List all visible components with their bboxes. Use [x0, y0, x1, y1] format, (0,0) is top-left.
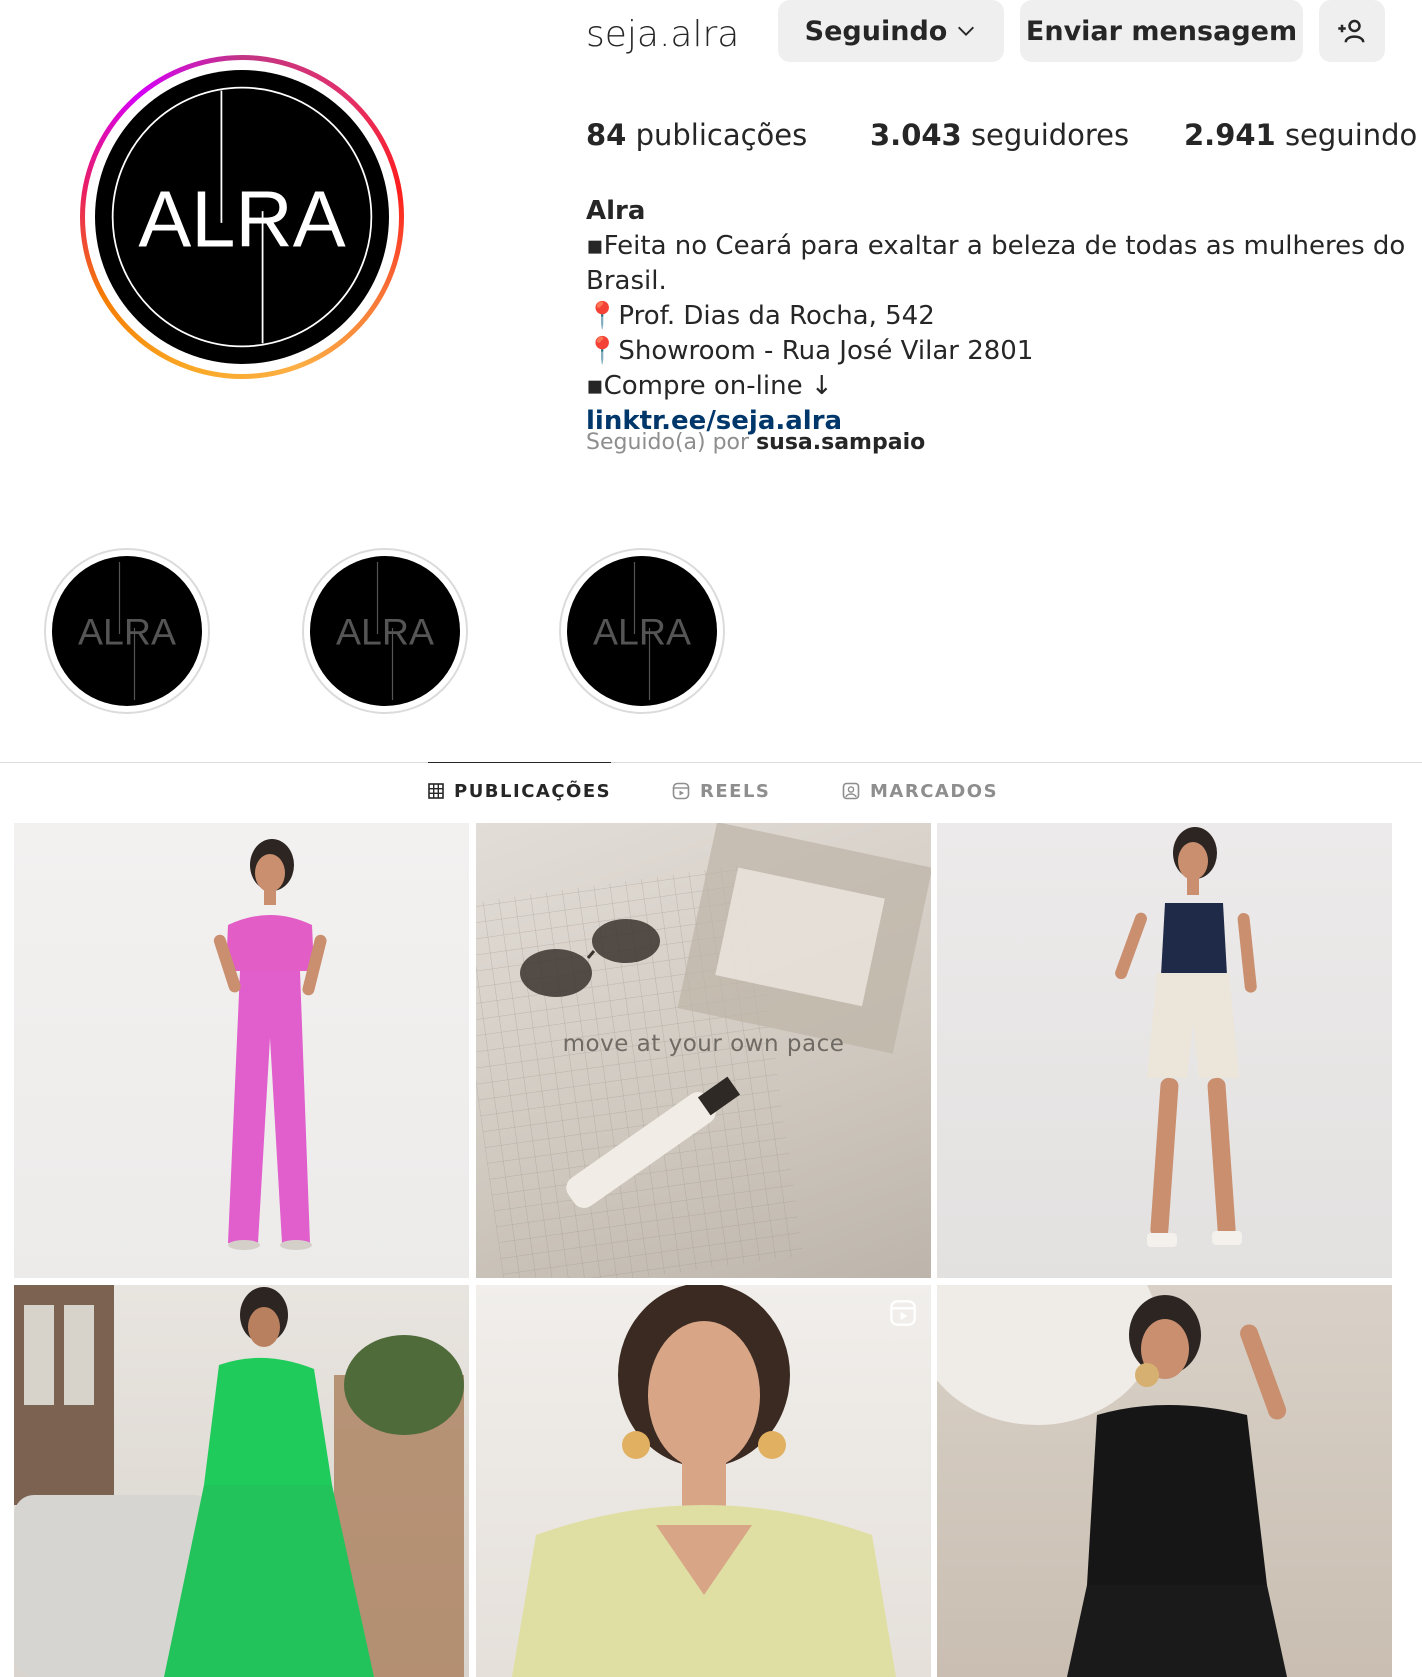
posts-label: publicações [635, 118, 808, 152]
post-photo-navy-top-shorts [1115, 827, 1257, 1247]
tab-label: REELS [700, 780, 771, 802]
tab-publicacoes[interactable]: PUBLICAÇÕES [428, 762, 612, 808]
profile-bio: Alra ▪Feita no Ceará para exaltar a bele… [586, 194, 1416, 439]
tab-reels[interactable]: REELS [672, 774, 770, 808]
alra-logo-icon: ALRA [111, 86, 373, 348]
post-tile[interactable] [476, 1285, 931, 1677]
post-tile[interactable] [14, 1285, 469, 1677]
highlight-cover: ALRA [52, 556, 202, 706]
bio-line: 📍Showroom - Rua José Vilar 2801 [586, 336, 1034, 366]
bio-line: 📍Prof. Dias da Rocha, 542 [586, 301, 935, 331]
send-message-button[interactable]: Enviar mensagem [1020, 0, 1303, 62]
highlight-cover: ALRA [310, 556, 460, 706]
tagged-icon [842, 782, 860, 800]
tab-label: PUBLICAÇÕES [454, 780, 612, 802]
alra-logo-icon: ALRA [593, 562, 691, 700]
followed-by[interactable]: Seguido(a) por susa.sampaio [586, 430, 925, 455]
grid-icon [428, 783, 444, 799]
posts-count: 84 [586, 118, 627, 152]
chevron-down-icon [958, 26, 975, 36]
profile-page: ALRA seja.alra Seguindo Enviar mensagem … [0, 0, 1422, 1677]
add-person-icon [1338, 19, 1365, 43]
post-tile[interactable] [14, 823, 469, 1278]
story-highlight[interactable]: ALRA [302, 548, 468, 714]
highlight-logo-text: ALRA [593, 611, 691, 653]
followed-by-user[interactable]: susa.sampaio [756, 430, 925, 455]
following-button-label: Seguindo [804, 15, 948, 47]
followers-stat[interactable]: 3.043 seguidores [870, 118, 1129, 152]
following-stat[interactable]: 2.941 seguindo [1184, 118, 1417, 152]
avatar-gap: ALRA [85, 60, 399, 374]
post-photo-yellow-top [512, 1285, 896, 1677]
profile-username: seja.alra [586, 14, 740, 55]
alra-logo-icon: ALRA [336, 562, 434, 700]
posts-stat: 84 publicações [586, 118, 807, 152]
bio-line: ▪Compre on-line ↓ [586, 371, 833, 401]
story-highlight[interactable]: ALRA [559, 548, 725, 714]
alra-logo-icon: ALRA [78, 562, 176, 700]
story-highlight[interactable]: ALRA [44, 548, 210, 714]
logo-text: ALRA [138, 174, 345, 263]
send-message-label: Enviar mensagem [1025, 15, 1298, 47]
bio-line: ▪Feita no Ceará para exaltar a beleza de… [586, 231, 1406, 296]
avatar: ALRA [95, 70, 389, 364]
post-photo-pink-jumpsuit [213, 839, 327, 1250]
reel-badge-icon [890, 1300, 916, 1326]
profile-full-name: Alra [586, 196, 646, 226]
followers-count: 3.043 [870, 118, 962, 152]
following-label: seguindo [1284, 118, 1418, 152]
reels-icon [672, 782, 690, 800]
followers-label: seguidores [970, 118, 1130, 152]
post-caption-overlay: move at your own pace [562, 1031, 845, 1057]
post-tile[interactable] [937, 1285, 1392, 1677]
section-divider [0, 762, 1422, 763]
post-tile[interactable]: move at your own pace [476, 823, 931, 1278]
post-photo-green-outfit [14, 1285, 464, 1677]
post-tile[interactable] [937, 823, 1392, 1278]
tab-label: MARCADOS [870, 780, 999, 802]
suggested-users-button[interactable] [1319, 0, 1385, 62]
followed-by-prefix: Seguido(a) por [586, 430, 750, 455]
highlight-cover: ALRA [567, 556, 717, 706]
following-button[interactable]: Seguindo [778, 0, 1004, 62]
post-photo-black-dress [937, 1285, 1287, 1677]
profile-avatar-story-ring[interactable]: ALRA [80, 55, 404, 379]
following-count: 2.941 [1184, 118, 1276, 152]
tab-marcados[interactable]: MARCADOS [842, 774, 998, 808]
highlight-logo-text: ALRA [78, 611, 176, 653]
highlight-logo-text: ALRA [336, 611, 434, 653]
